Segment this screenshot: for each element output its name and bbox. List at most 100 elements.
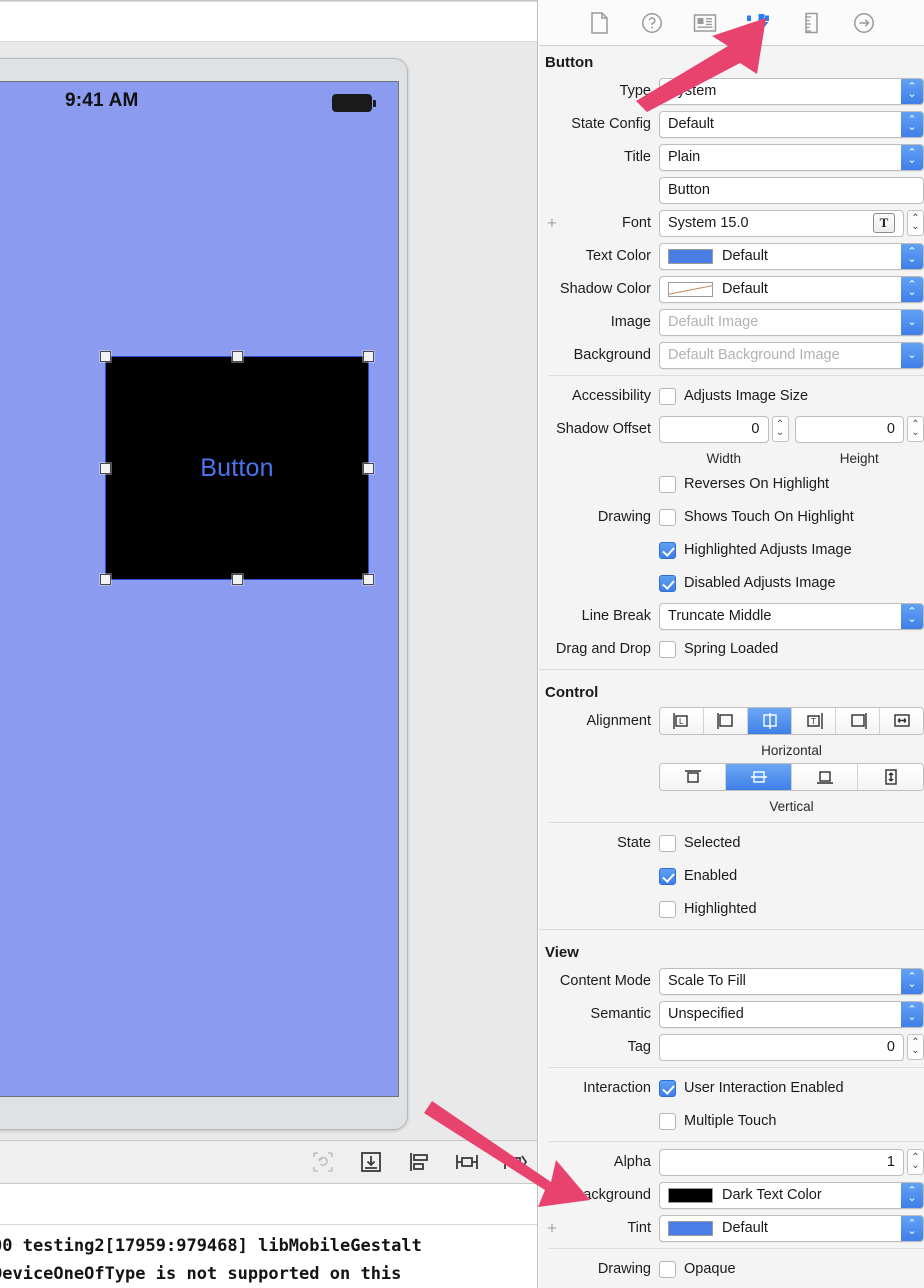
shows-touch-on-highlight-checkbox[interactable] <box>659 508 676 526</box>
text-color-row[interactable]: Text Color Default ⌃ ⌄ <box>539 242 924 270</box>
shadow-color-row[interactable]: Shadow Color Default ⌃ ⌄ <box>539 275 924 303</box>
alpha-field[interactable]: 1 <box>659 1148 904 1176</box>
image-popup[interactable]: Default Image ⌄ <box>659 308 924 336</box>
align-fill-vertical-segment[interactable] <box>858 764 923 790</box>
state-config-popup[interactable]: Default ⌃ ⌄ <box>659 110 924 138</box>
tag-row[interactable]: Tag 0 ⌃ ⌄ <box>539 1033 924 1061</box>
title-style-row[interactable]: Title Plain ⌃ ⌄ <box>539 143 924 171</box>
background-color-popup[interactable]: Dark Text Color ⌃ ⌄ <box>659 1181 924 1209</box>
resize-handle-nw[interactable] <box>100 351 111 362</box>
identity-inspector-tab[interactable] <box>690 8 720 38</box>
content-mode-row[interactable]: Content Mode Scale To Fill ⌃ ⌄ <box>539 967 924 995</box>
resize-handle-sw[interactable] <box>100 574 111 585</box>
shadow-offset-width-stepper[interactable]: ⌃ ⌄ <box>771 416 789 442</box>
interaction-user-row[interactable]: Interaction User Interaction Enabled <box>539 1074 924 1102</box>
device-screen[interactable]: 9:41 AM Button <box>0 81 399 1097</box>
align-icon[interactable] <box>406 1149 432 1175</box>
background-color-row[interactable]: + Background Dark Text Color ⌃ ⌄ <box>539 1181 924 1209</box>
debug-console[interactable]: 00 testing2[17959:979468] libMobileGesta… <box>0 1184 537 1288</box>
resize-handle-w[interactable] <box>100 462 111 474</box>
state-config-row[interactable]: State Config Default ⌃ ⌄ <box>539 110 924 138</box>
state-selected-row[interactable]: State Selected <box>539 829 924 857</box>
tag-stepper[interactable]: ⌃ ⌄ <box>907 1034 924 1060</box>
highlighted-adjusts-image-checkbox[interactable] <box>659 541 676 559</box>
align-center-segment[interactable] <box>748 708 792 734</box>
align-middle-segment[interactable] <box>726 764 792 790</box>
spring-loaded-checkbox[interactable] <box>659 640 676 658</box>
reverses-on-highlight-checkbox[interactable] <box>659 475 676 493</box>
shadow-offset-row[interactable]: Shadow Offset 0 ⌃ ⌄ 0 ⌃ ⌄ <box>539 415 924 443</box>
accessibility-row[interactable]: Accessibility Adjusts Image Size <box>539 382 924 410</box>
plus-variation-icon[interactable]: + <box>547 1220 557 1237</box>
align-leading-segment[interactable] <box>704 708 748 734</box>
image-row[interactable]: Image Default Image ⌄ <box>539 308 924 336</box>
horizontal-alignment-segmented[interactable]: L T <box>659 707 924 735</box>
font-field[interactable]: System 15.0 T <box>659 209 904 237</box>
text-color-popup[interactable]: Default ⌃ ⌄ <box>659 242 924 270</box>
plus-variation-icon[interactable]: + <box>547 1187 557 1204</box>
button-type-popup[interactable]: System ⌃ ⌄ <box>659 77 924 105</box>
connections-inspector-tab[interactable] <box>849 8 879 38</box>
opaque-checkbox[interactable] <box>659 1260 676 1278</box>
resize-handle-s[interactable] <box>231 574 243 585</box>
shadow-offset-height-stepper[interactable]: ⌃ ⌄ <box>907 416 924 442</box>
title-text-row[interactable]: Button <box>539 176 924 204</box>
resize-handle-n[interactable] <box>231 351 243 362</box>
background-image-row[interactable]: Background Default Background Image ⌄ <box>539 341 924 369</box>
state-enabled-row[interactable]: Enabled <box>539 862 924 890</box>
align-bottom-segment[interactable] <box>792 764 858 790</box>
plus-variation-icon[interactable]: + <box>547 215 557 232</box>
interaction-multitouch-row[interactable]: Multiple Touch <box>539 1107 924 1135</box>
align-top-segment[interactable] <box>660 764 726 790</box>
font-row[interactable]: + Font System 15.0 T ⌃ ⌄ <box>539 209 924 237</box>
tint-color-popup[interactable]: Default ⌃ ⌄ <box>659 1214 924 1242</box>
tag-field[interactable]: 0 <box>659 1033 904 1061</box>
shadow-color-popup[interactable]: Default ⌃ ⌄ <box>659 275 924 303</box>
tint-color-row[interactable]: + Tint Default ⌃ ⌄ <box>539 1214 924 1242</box>
resolve-auto-layout-icon[interactable] <box>502 1149 528 1175</box>
state-highlighted-row[interactable]: Highlighted <box>539 895 924 923</box>
align-fill-horizontal-segment[interactable] <box>880 708 923 734</box>
disabled-adjusts-image-checkbox[interactable] <box>659 574 676 592</box>
shadow-color-swatch[interactable] <box>668 281 713 297</box>
selected-checkbox[interactable] <box>659 834 676 852</box>
alpha-row[interactable]: Alpha 1 ⌃ ⌄ <box>539 1148 924 1176</box>
background-color-swatch[interactable] <box>668 1187 713 1203</box>
resize-handle-ne[interactable] <box>363 351 374 362</box>
drawing-reverses-row[interactable]: Reverses On Highlight <box>539 470 924 498</box>
shadow-offset-height-field[interactable]: 0 <box>794 415 904 443</box>
vertical-alignment-segmented[interactable] <box>659 763 924 791</box>
view-drawing-opaque-row[interactable]: Drawing Opaque <box>539 1255 924 1283</box>
shadow-offset-width-field[interactable]: 0 <box>659 415 769 443</box>
font-picker-icon[interactable]: T <box>873 213 895 233</box>
alpha-stepper[interactable]: ⌃ ⌄ <box>907 1149 924 1175</box>
interface-builder-canvas[interactable]: 9:41 AM Button <box>0 42 537 1140</box>
adjusts-image-size-checkbox[interactable] <box>659 387 676 405</box>
drag-and-drop-row[interactable]: Drag and Drop Spring Loaded <box>539 635 924 663</box>
semantic-popup[interactable]: Unspecified ⌃ ⌄ <box>659 1000 924 1028</box>
file-inspector-tab[interactable] <box>584 8 614 38</box>
semantic-row[interactable]: Semantic Unspecified ⌃ ⌄ <box>539 1000 924 1028</box>
pin-icon[interactable] <box>454 1149 480 1175</box>
background-image-popup[interactable]: Default Background Image ⌄ <box>659 341 924 369</box>
drawing-highlighted-row[interactable]: Highlighted Adjusts Image <box>539 536 924 564</box>
font-stepper[interactable]: ⌃ ⌄ <box>907 210 924 236</box>
resize-handle-se[interactable] <box>363 574 374 585</box>
size-inspector-tab[interactable] <box>796 8 826 38</box>
text-color-swatch[interactable] <box>668 248 713 264</box>
embed-in-icon[interactable] <box>358 1149 384 1175</box>
alignment-vertical-row[interactable] <box>539 763 924 791</box>
button-type-row[interactable]: Type System ⌃ ⌄ <box>539 77 924 105</box>
quick-help-inspector-tab[interactable] <box>637 8 667 38</box>
update-frames-icon[interactable] <box>310 1149 336 1175</box>
selected-button-view[interactable]: Button <box>100 351 374 585</box>
align-left-segment[interactable]: L <box>660 708 704 734</box>
multiple-touch-checkbox[interactable] <box>659 1112 676 1130</box>
line-break-row[interactable]: Line Break Truncate Middle ⌃ ⌄ <box>539 602 924 630</box>
attributes-inspector-tab[interactable] <box>743 8 773 38</box>
title-style-popup[interactable]: Plain ⌃ ⌄ <box>659 143 924 171</box>
tint-color-swatch[interactable] <box>668 1220 713 1236</box>
align-right-segment[interactable] <box>836 708 880 734</box>
content-mode-popup[interactable]: Scale To Fill ⌃ ⌄ <box>659 967 924 995</box>
drawing-disabled-row[interactable]: Disabled Adjusts Image <box>539 569 924 597</box>
